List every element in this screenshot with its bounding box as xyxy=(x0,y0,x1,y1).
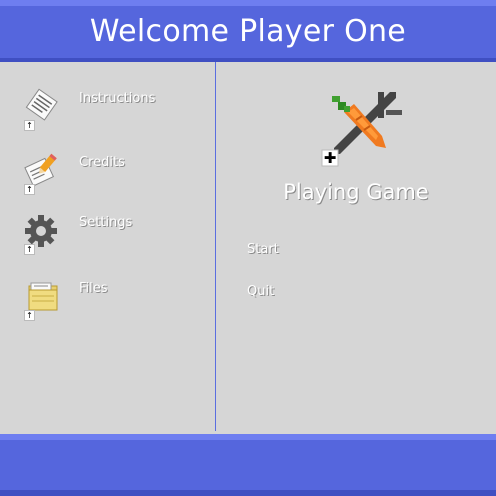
shortcut-arrow-icon: ↑ xyxy=(24,310,35,321)
sidebar-item-settings[interactable]: ↑ Settings xyxy=(22,212,212,256)
sidebar-item-files[interactable]: ↑ Files xyxy=(22,278,212,322)
page-title: Playing Game xyxy=(283,180,429,204)
svg-text:✚: ✚ xyxy=(324,149,337,167)
footer-bar xyxy=(0,434,496,496)
window-title: Welcome Player One xyxy=(89,14,407,49)
shortcut-arrow-icon: ↑ xyxy=(24,120,35,131)
shortcut-arrow-icon: ↑ xyxy=(24,244,35,255)
start-button[interactable]: Start xyxy=(247,242,279,257)
sidebar-item-label: Instructions xyxy=(79,91,156,106)
sidebar-item-label: Settings xyxy=(79,215,133,230)
sidebar-item-instructions[interactable]: ↑ Instructions xyxy=(22,88,212,132)
panel-divider xyxy=(215,62,216,431)
sidebar-item-credits[interactable]: ↑ Credits xyxy=(22,152,212,196)
title-bar: Welcome Player One xyxy=(0,0,496,62)
sidebar-item-label: Files xyxy=(79,281,108,296)
carrot-sword-icon[interactable]: ✚ xyxy=(320,90,402,168)
shortcut-arrow-icon: ↑ xyxy=(24,184,35,195)
quit-button[interactable]: Quit xyxy=(247,284,274,299)
sidebar-item-label: Credits xyxy=(79,155,125,170)
